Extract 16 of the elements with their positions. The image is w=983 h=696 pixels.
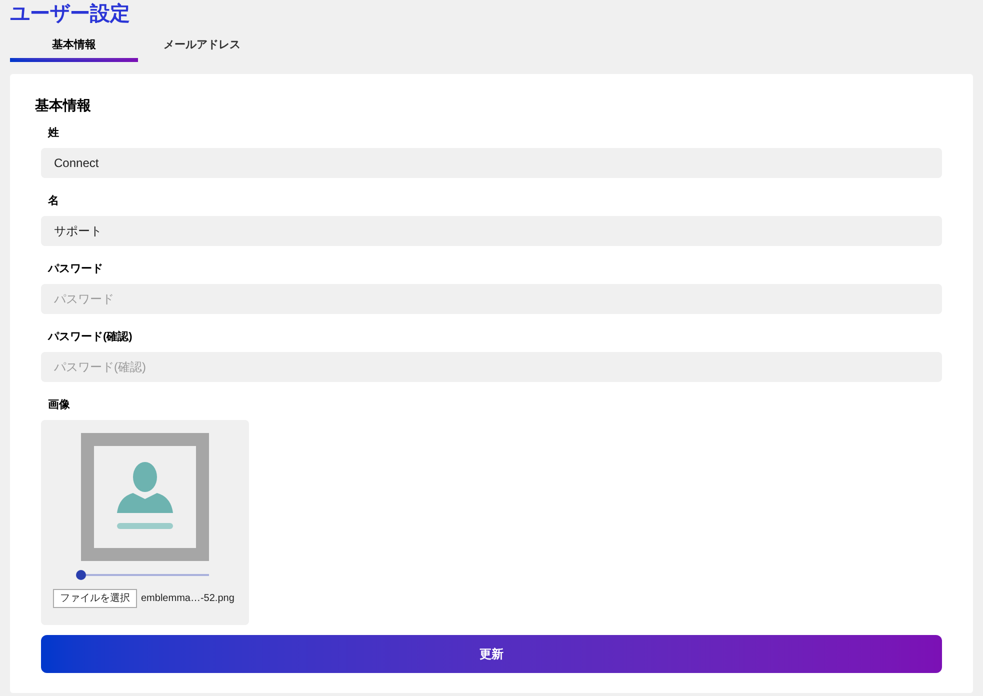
tab[interactable]: メールアドレス: [138, 32, 266, 62]
field-label: 画像: [48, 398, 70, 412]
field-label: パスワード: [48, 262, 103, 276]
field-label: パスワード(確認): [48, 330, 132, 344]
page-title: ユーザー設定: [10, 2, 131, 27]
update-button[interactable]: 更新: [41, 635, 942, 673]
slider-thumb[interactable]: [76, 570, 86, 580]
section-title: 基本情報: [35, 96, 92, 115]
field-label: 姓: [48, 126, 59, 140]
file-select-button[interactable]: ファイルを選択: [53, 589, 137, 608]
input-field[interactable]: Connect: [41, 148, 942, 178]
input-field[interactable]: サポート: [41, 216, 942, 246]
input-field[interactable]: パスワード: [41, 284, 942, 314]
input-field[interactable]: パスワード(確認): [41, 352, 942, 382]
field-label: 名: [48, 194, 59, 208]
file-name: emblemma…-52.png: [141, 592, 234, 606]
